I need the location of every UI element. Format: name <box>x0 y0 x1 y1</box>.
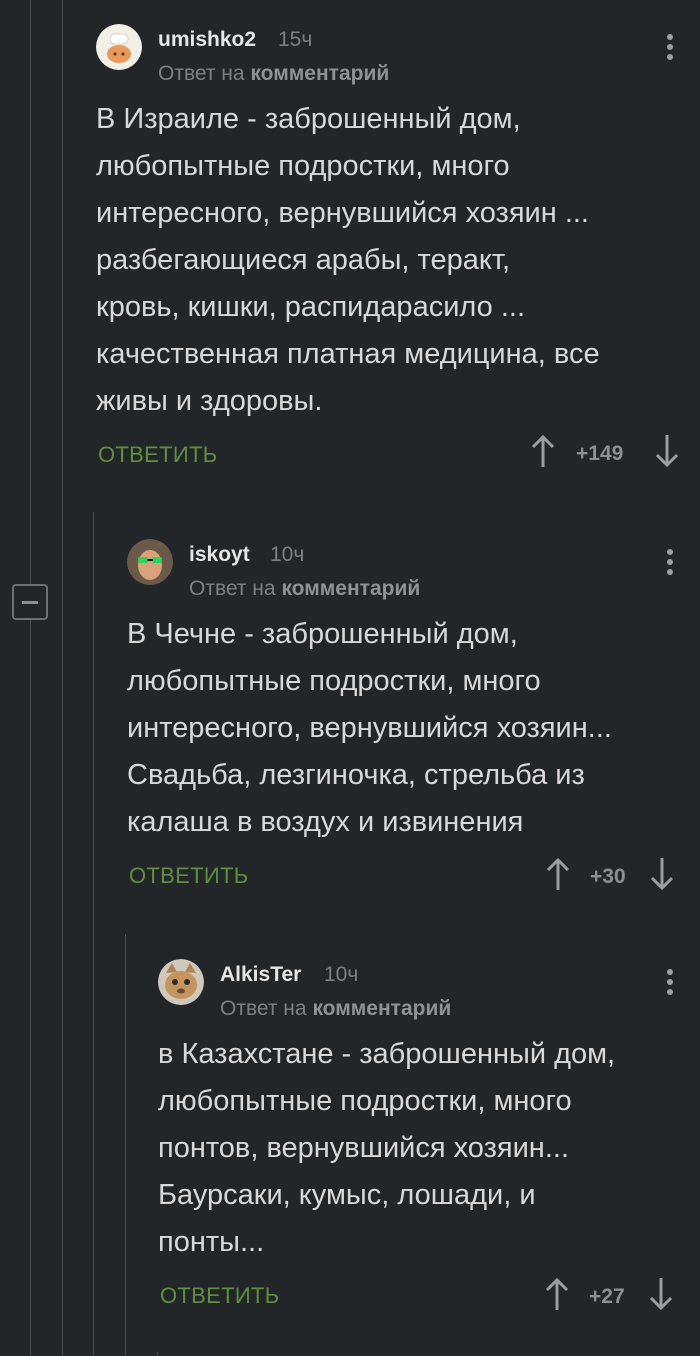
reply-button[interactable]: ОТВЕТИТЬ <box>98 442 217 468</box>
reply-button[interactable]: ОТВЕТИТЬ <box>160 1283 279 1309</box>
comment-text: В Чечне - заброшенный дом, любопытные по… <box>127 618 612 838</box>
more-options-icon[interactable] <box>666 34 674 64</box>
thread-line <box>30 0 31 1356</box>
downvote-arrow-icon[interactable] <box>654 434 680 468</box>
comment-rating: +27 <box>589 1285 625 1308</box>
collapse-thread-button[interactable] <box>12 584 48 620</box>
reply-to-link[interactable]: комментарий <box>312 997 451 1020</box>
comment: iskoyt 10ч Ответ на комментарий В Чечне … <box>127 539 700 899</box>
thread-line <box>93 512 94 1356</box>
reply-to-link[interactable]: комментарий <box>250 62 389 85</box>
comment-time: 15ч <box>278 28 313 51</box>
downvote-arrow-icon[interactable] <box>649 857 675 891</box>
avatar[interactable] <box>158 959 204 1005</box>
downvote-arrow-icon[interactable] <box>648 1277 674 1311</box>
avatar[interactable] <box>127 539 173 585</box>
reply-to-label: Ответ на комментарий <box>220 997 451 1021</box>
comment-time: 10ч <box>270 543 305 566</box>
author-name[interactable]: AlkisTer <box>220 963 301 987</box>
avatar[interactable] <box>96 24 142 70</box>
reply-to-label: Ответ на комментарий <box>189 577 420 601</box>
comment: umishko2 15ч Ответ на комментарий В Изра… <box>96 24 700 484</box>
reply-to-label: Ответ на комментарий <box>158 62 389 86</box>
reply-to-prefix: Ответ на <box>158 62 245 85</box>
vote-controls: +27 <box>544 1277 694 1317</box>
comment: AlkisTer 10ч Ответ на комментарий в Каза… <box>158 959 700 1319</box>
minus-icon <box>22 600 38 604</box>
comment-time: 10ч <box>324 963 359 986</box>
more-options-icon[interactable] <box>666 549 674 579</box>
reply-to-link[interactable]: комментарий <box>281 577 420 600</box>
chef-avatar-icon <box>96 24 142 70</box>
thread-line <box>157 1352 158 1356</box>
reply-to-prefix: Ответ на <box>189 577 276 600</box>
thread-line <box>62 0 63 1356</box>
comment-text: в Казахстане - заброшенный дом, любопытн… <box>158 1038 616 1258</box>
comment-rating: +149 <box>576 442 624 465</box>
cat-avatar-icon <box>158 959 204 1005</box>
upvote-arrow-icon[interactable] <box>544 1277 570 1311</box>
man-sunglasses-avatar-icon <box>127 539 173 585</box>
thread-line <box>125 934 126 1356</box>
more-options-icon[interactable] <box>666 969 674 999</box>
author-name[interactable]: umishko2 <box>158 28 256 52</box>
reply-button[interactable]: ОТВЕТИТЬ <box>129 863 248 889</box>
upvote-arrow-icon[interactable] <box>530 434 556 468</box>
reply-to-prefix: Ответ на <box>220 997 307 1020</box>
vote-controls: +30 <box>545 857 695 897</box>
comment-rating: +30 <box>590 865 626 888</box>
comment-text: В Израиле - заброшенный дом, любопытные … <box>96 103 600 417</box>
vote-controls: +149 <box>530 434 680 474</box>
author-name[interactable]: iskoyt <box>189 543 250 567</box>
upvote-arrow-icon[interactable] <box>545 857 571 891</box>
